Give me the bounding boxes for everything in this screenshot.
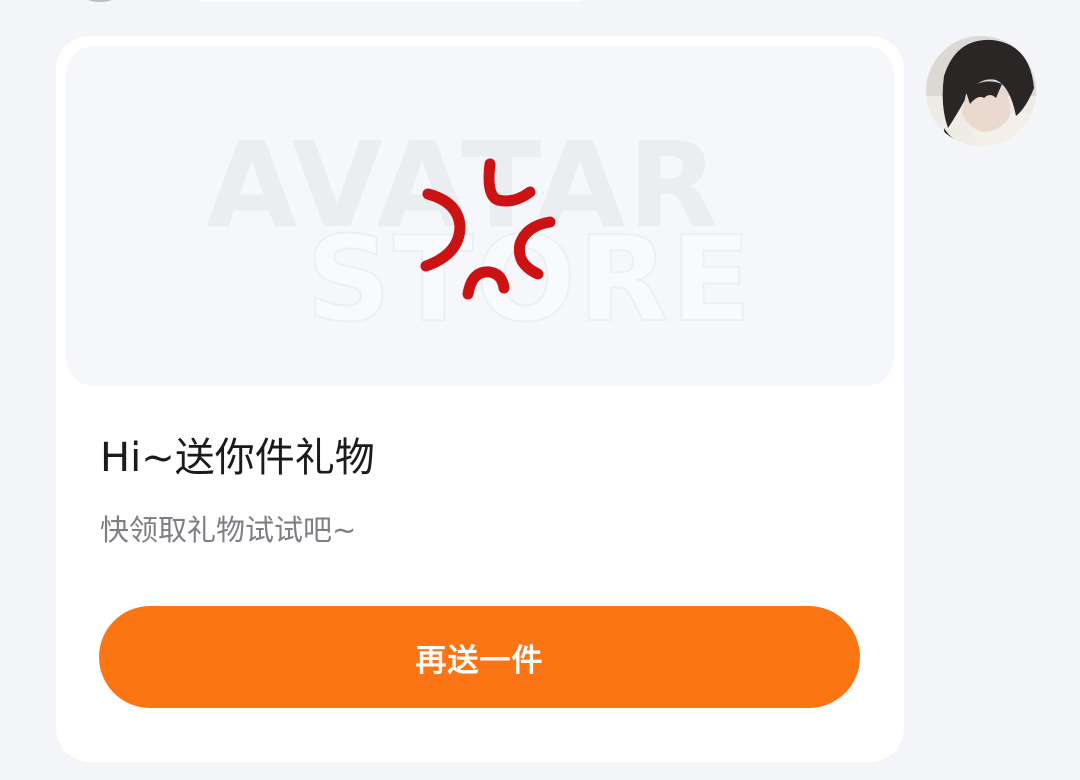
send-another-button[interactable]: 再送一件 [99, 606, 860, 708]
anger-vein-icon [420, 158, 556, 300]
previous-message-bubble [190, 0, 590, 2]
gift-message-card[interactable]: AVATAR STORE Hi~送你件礼物 快领取礼物试试吧~ 再送一件 [56, 36, 904, 762]
gift-title: Hi~送你件礼物 [100, 435, 375, 481]
gift-image[interactable]: AVATAR STORE [66, 46, 894, 386]
sender-avatar[interactable] [926, 36, 1036, 146]
gift-subtitle: 快领取礼物试试吧~ [100, 513, 357, 547]
avatar-photo [926, 36, 1036, 146]
previous-avatar [60, 0, 140, 2]
chat-screen: AVATAR STORE Hi~送你件礼物 快领取礼物试试吧~ 再送一件 [0, 0, 1080, 780]
